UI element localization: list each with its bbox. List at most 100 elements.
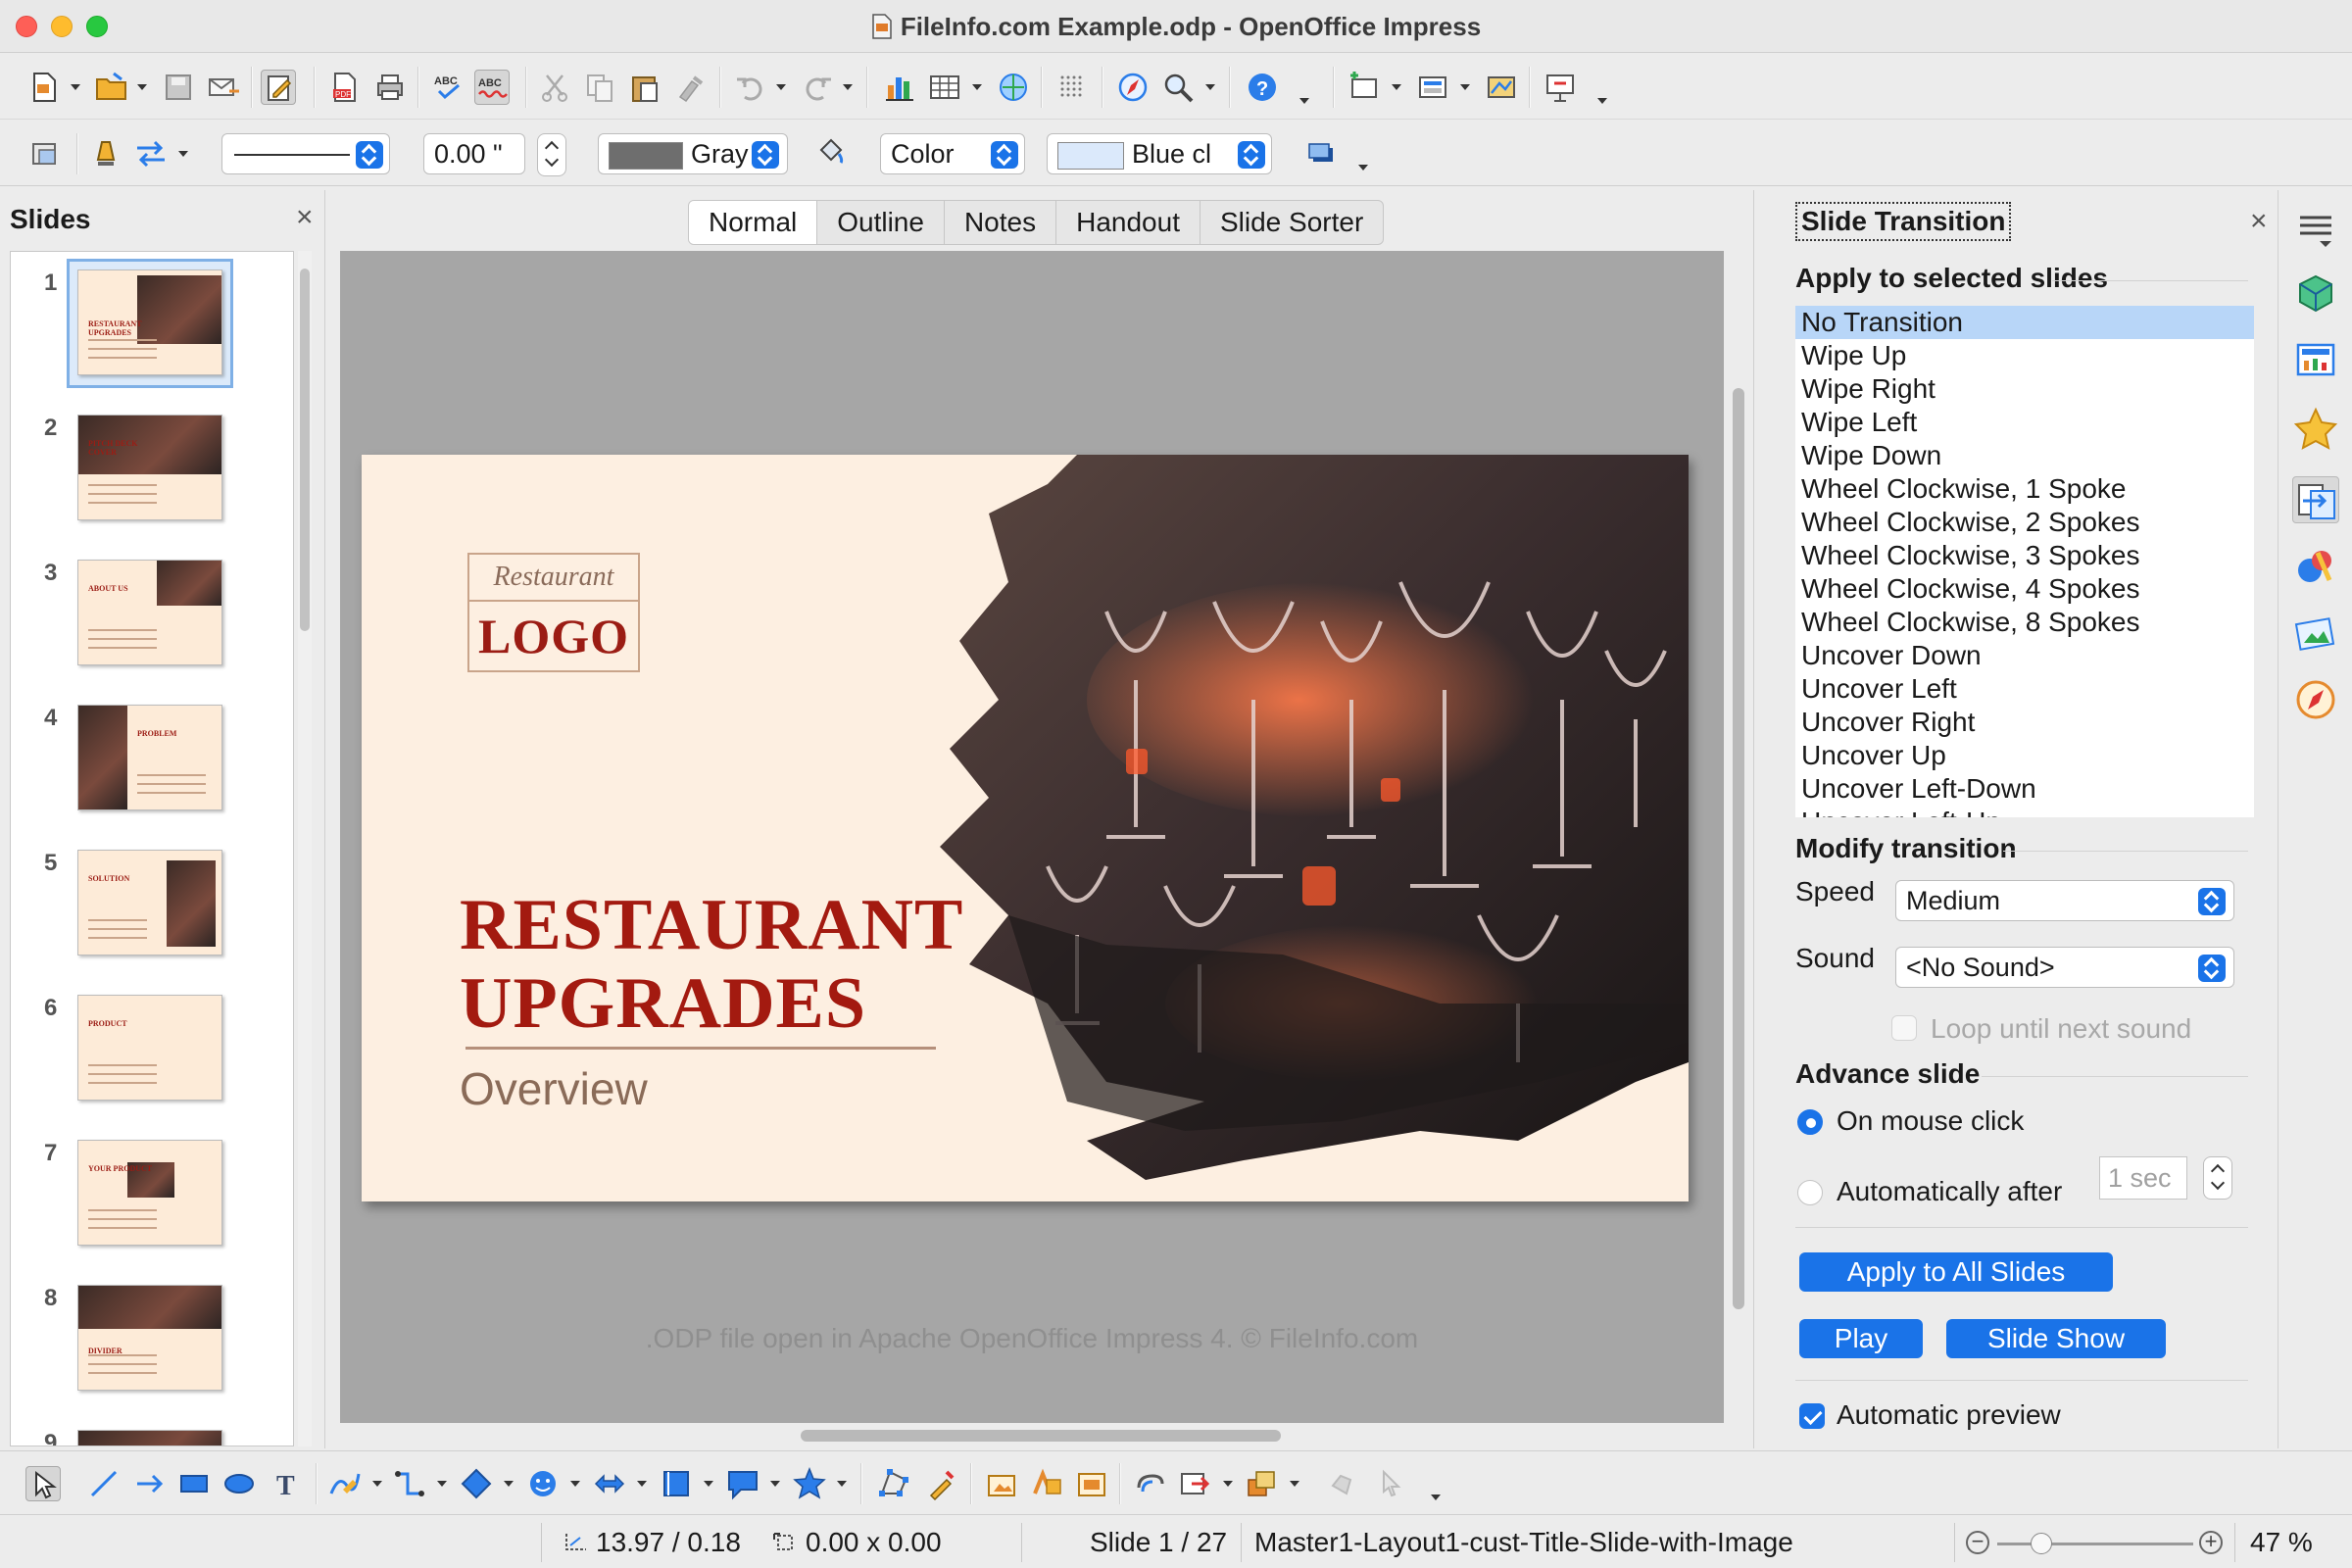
toolbar-overflow-arrow-2[interactable] [1597, 98, 1607, 104]
arrange-dropdown-arrow[interactable] [1290, 1481, 1299, 1487]
slide-thumbnail-1[interactable]: 1 RESTAURANT UPGRADES [11, 259, 293, 407]
slide-thumbnail-8[interactable]: 8 DIVIDER [11, 1277, 293, 1422]
editor-horizontal-scrollbar-thumb[interactable] [801, 1430, 1281, 1442]
connector-dropdown-arrow[interactable] [437, 1481, 447, 1487]
editor-horizontal-scrollbar[interactable] [340, 1427, 1724, 1445]
shadow-icon[interactable] [1303, 136, 1339, 172]
line-icon[interactable] [88, 136, 123, 172]
line-style-stepper-button[interactable] [356, 141, 383, 169]
slide-thumbnail-7[interactable]: 7 YOUR PRODUCT [11, 1132, 293, 1277]
curve-tool-icon[interactable] [327, 1466, 363, 1501]
arrange-icon[interactable] [1245, 1466, 1280, 1501]
block-arrows-icon[interactable] [592, 1466, 627, 1501]
tab-handout[interactable]: Handout [1056, 201, 1200, 244]
slide-thumbnail-2[interactable]: 2 PITCH DECK COVER [11, 407, 293, 552]
loop-sound-checkbox[interactable] [1891, 1015, 1917, 1041]
transition-item[interactable]: Wipe Right [1795, 372, 2254, 406]
stars-dropdown-arrow[interactable] [837, 1481, 847, 1487]
connector-tool-icon[interactable] [392, 1466, 427, 1501]
extrusion-icon[interactable] [1133, 1466, 1168, 1501]
slide-thumbnail-list[interactable]: 1 RESTAURANT UPGRADES 2 PITCH DECK COVER 3 AB… [10, 251, 294, 1446]
start-presentation-icon[interactable] [1543, 70, 1578, 105]
table-icon[interactable] [927, 70, 962, 105]
grid-icon[interactable] [1054, 70, 1090, 105]
master-layout-name[interactable]: Master1-Layout1-cust-Title-Slide-with-Im… [1254, 1527, 1793, 1558]
area-fill-bucket-icon[interactable] [813, 136, 849, 172]
transition-list[interactable]: No Transition Wipe Up Wipe Right Wipe Left W… [1795, 306, 2254, 817]
arrow-style-icon[interactable] [133, 136, 169, 172]
export-pdf-icon[interactable]: PDF [327, 70, 363, 105]
save-icon[interactable] [161, 70, 196, 105]
slide-thumbnail-5[interactable]: 5 SOLUTION [11, 842, 293, 987]
slide-title[interactable]: RESTAURANT UPGRADES [460, 886, 1008, 1043]
table-dropdown-arrow[interactable] [972, 84, 982, 90]
zoom-icon[interactable] [1160, 70, 1196, 105]
new-slide-dropdown-arrow[interactable] [1392, 84, 1401, 90]
transition-item[interactable]: Wheel Clockwise, 1 Spoke [1795, 472, 2254, 506]
basic-shapes-dropdown-arrow[interactable] [504, 1481, 514, 1487]
points-icon[interactable] [876, 1466, 911, 1501]
gluepoints-icon[interactable] [923, 1466, 958, 1501]
slide-thumbnail-3[interactable]: 3 ABOUT US [11, 552, 293, 697]
on-mouse-click-radio[interactable] [1797, 1109, 1823, 1135]
sound-select[interactable]: <No Sound> [1895, 947, 2234, 988]
insert-frame-icon[interactable] [1074, 1466, 1109, 1501]
rectangle-tool-icon[interactable] [176, 1466, 212, 1501]
new-dropdown-arrow[interactable] [71, 84, 80, 90]
new-document-icon[interactable] [27, 70, 63, 105]
line-color-stepper-button[interactable] [752, 141, 779, 169]
custom-animation-star-icon[interactable] [2292, 406, 2339, 453]
tab-notes[interactable]: Notes [945, 201, 1057, 244]
block-arrows-dropdown-arrow[interactable] [637, 1481, 647, 1487]
help-icon[interactable]: ? [1245, 70, 1280, 105]
editor-vertical-scrollbar[interactable] [1729, 251, 1748, 1423]
zoom-level[interactable]: 47 % [2250, 1527, 2313, 1558]
line-width-field[interactable]: 0.00 " [423, 133, 525, 174]
callouts-dropdown-arrow[interactable] [770, 1481, 780, 1487]
automatic-preview-checkbox[interactable] [1799, 1403, 1825, 1429]
slide-thumbnail-6[interactable]: 6 PRODUCT [11, 987, 293, 1132]
cut-icon[interactable] [537, 70, 572, 105]
play-button[interactable]: Play [1799, 1319, 1923, 1358]
open-dropdown-arrow[interactable] [137, 84, 147, 90]
transition-item[interactable]: Uncover Left [1795, 672, 2254, 706]
speed-select[interactable]: Medium [1895, 880, 2234, 921]
transition-item[interactable]: Uncover Left-Up [1795, 806, 2254, 817]
transition-item[interactable]: Wipe Up [1795, 339, 2254, 372]
fill-color-select[interactable]: Blue cl [1047, 133, 1272, 174]
sound-stepper-button[interactable] [2198, 955, 2226, 982]
open-folder-icon[interactable] [94, 70, 129, 105]
transition-item[interactable]: Uncover Up [1795, 739, 2254, 772]
zoom-out-button[interactable]: − [1966, 1531, 1989, 1554]
line-color-select[interactable]: Gray [598, 133, 788, 174]
transition-item[interactable]: Wheel Clockwise, 8 Spokes [1795, 606, 2254, 639]
effects-icon[interactable] [1178, 1466, 1213, 1501]
copy-icon[interactable] [582, 70, 617, 105]
slide-show-button[interactable]: Slide Show [1946, 1319, 2166, 1358]
select-pointer-icon[interactable] [25, 1466, 61, 1501]
task-pane-close-icon[interactable]: × [2250, 207, 2268, 236]
tab-outline[interactable]: Outline [817, 201, 945, 244]
editor-vertical-scrollbar-thumb[interactable] [1733, 388, 1744, 1309]
sidebar-navigator-icon[interactable] [2292, 676, 2339, 723]
line-width-spinner[interactable] [537, 133, 566, 176]
transition-item[interactable]: Uncover Down [1795, 639, 2254, 672]
line-tool-icon[interactable] [86, 1466, 122, 1501]
toolbar2-overflow-arrow[interactable] [1358, 165, 1368, 171]
from-file-icon[interactable] [984, 1466, 1019, 1501]
automatically-after-radio[interactable] [1797, 1180, 1823, 1205]
slide-layout-dropdown-arrow[interactable] [1460, 84, 1470, 90]
spellcheck-icon[interactable]: ABC [431, 70, 466, 105]
slides-scrollbar[interactable] [298, 251, 312, 1446]
line-arrow-tool-icon[interactable] [133, 1466, 169, 1501]
object-styles-icon[interactable] [27, 136, 63, 172]
animation-disabled-icon[interactable] [1327, 1466, 1362, 1501]
slide-thumbnail-4[interactable]: 4 PROBLEM [11, 697, 293, 842]
fontwork-gallery-icon[interactable] [1029, 1466, 1064, 1501]
gallery-icon[interactable] [2292, 610, 2339, 657]
paste-icon[interactable] [627, 70, 662, 105]
line-style-select[interactable] [221, 133, 390, 174]
slide-thumbnail-9[interactable]: 9 [11, 1422, 293, 1446]
redo-dropdown-arrow[interactable] [843, 84, 853, 90]
arrow-style-dropdown-arrow[interactable] [178, 151, 188, 157]
